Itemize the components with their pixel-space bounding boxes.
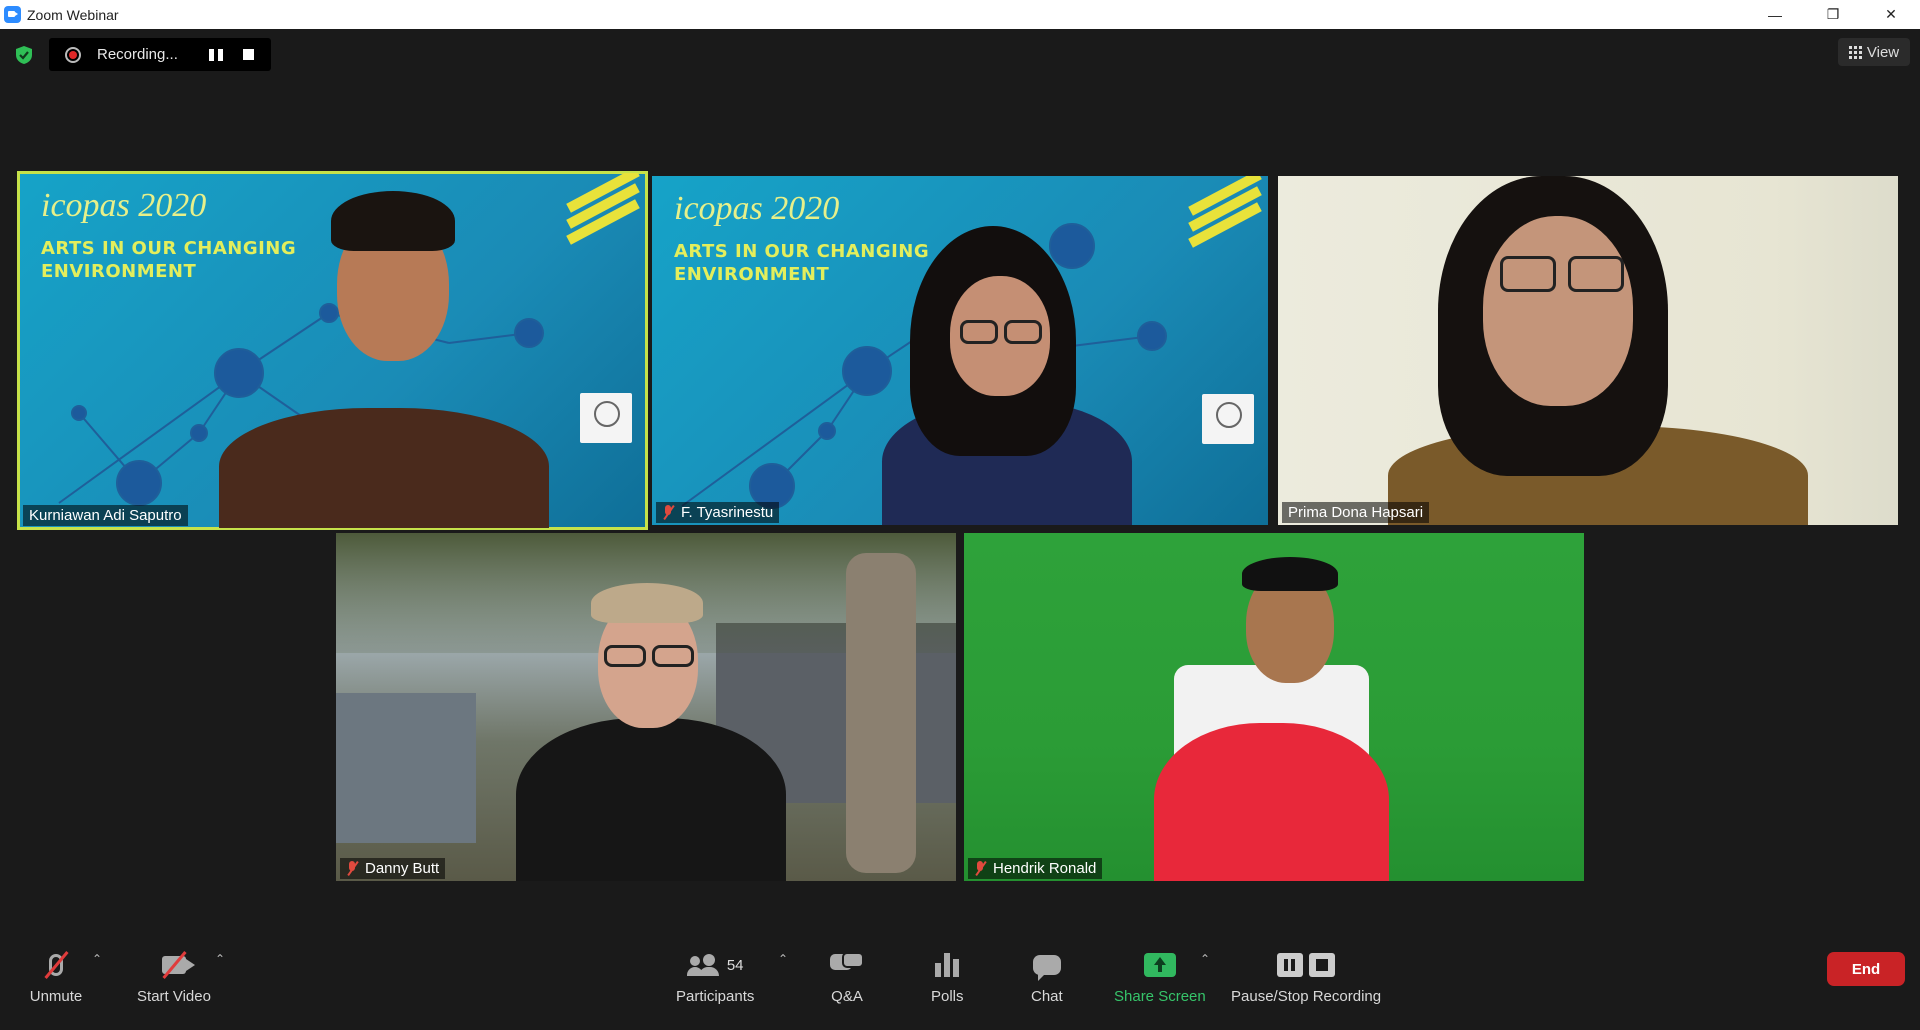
institution-seal — [1202, 394, 1254, 444]
banner-stripes — [1188, 176, 1264, 248]
video-tile-hendrik[interactable]: Hendrik Ronald — [964, 533, 1584, 881]
view-button[interactable]: View — [1838, 38, 1910, 66]
recording-label: Recording... — [97, 46, 178, 63]
pause-recording-icon[interactable] — [209, 48, 223, 61]
share-options-chevron-up-icon[interactable]: ⌃ — [1200, 952, 1210, 966]
participant-name-tag: Prima Dona Hapsari — [1282, 502, 1430, 523]
participant-name-tag: F. Tyasrinestu — [656, 502, 780, 523]
grid-icon — [1848, 45, 1862, 59]
share-screen-button[interactable]: Share Screen — [1114, 948, 1206, 1005]
stop-recording-icon[interactable] — [243, 49, 254, 60]
banner-stripes — [566, 173, 642, 245]
close-button[interactable]: ✕ — [1862, 0, 1920, 29]
chat-bubble-icon — [1032, 948, 1061, 982]
muted-mic-icon — [974, 861, 987, 876]
encryption-shield-icon[interactable] — [14, 45, 34, 65]
end-meeting-button[interactable]: End — [1827, 952, 1905, 986]
tree-trunk — [846, 553, 916, 873]
video-options-chevron-up-icon[interactable]: ⌃ — [215, 952, 225, 966]
restore-button[interactable]: ❐ — [1804, 0, 1862, 29]
participant-name-tag: Kurniawan Adi Saputro — [23, 505, 188, 526]
audio-options-chevron-up-icon[interactable]: ⌃ — [92, 952, 102, 966]
recording-dot-icon — [65, 46, 81, 63]
video-off-icon — [134, 948, 214, 982]
window-controls: — ❐ ✕ — [1746, 0, 1920, 29]
recording-indicator: Recording... — [49, 38, 271, 71]
view-label: View — [1866, 43, 1900, 61]
video-tile-prima[interactable]: Prima Dona Hapsari — [1278, 176, 1898, 525]
meeting-toolbar: Unmute ⌃ Start Video ⌃ 54 Participants ⌃ — [0, 940, 1920, 1030]
participant-name-tag: Danny Butt — [340, 858, 446, 879]
polls-button[interactable]: Polls — [931, 948, 964, 1005]
muted-mic-icon — [662, 505, 675, 520]
banner-title: ARTS IN OUR CHANGING ENVIRONMENT — [41, 238, 297, 282]
unmute-button[interactable]: Unmute — [26, 948, 86, 1005]
polls-bar-chart-icon — [935, 948, 960, 982]
qa-bubbles-icon — [830, 948, 864, 982]
video-tile-tyasrinestu[interactable]: icopas 2020 ARTS IN OUR CHANGING ENVIRONM… — [652, 176, 1268, 525]
pause-stop-icons — [1274, 948, 1338, 982]
institution-seal — [580, 393, 632, 443]
chat-button[interactable]: Chat — [1031, 948, 1063, 1005]
start-video-button[interactable]: Start Video — [134, 948, 214, 1005]
video-tile-danny[interactable]: Danny Butt — [336, 533, 956, 881]
pause-icon — [1277, 953, 1304, 977]
participants-options-chevron-up-icon[interactable]: ⌃ — [778, 952, 788, 966]
participants-button[interactable]: 54 Participants — [676, 948, 754, 1005]
muted-mic-icon — [346, 861, 359, 876]
window-title: Zoom Webinar — [27, 6, 119, 23]
participant-name-tag: Hendrik Ronald — [968, 858, 1103, 879]
window-title-bar: Zoom Webinar — ❐ ✕ — [0, 0, 1920, 29]
banner-title: ARTS IN OUR CHANGING ENVIRONMENT — [674, 241, 930, 285]
stop-icon — [1309, 953, 1336, 977]
banner-logo: icopas 2020 — [674, 190, 840, 227]
participants-count: 54 — [726, 956, 744, 974]
share-screen-arrow-icon — [1143, 948, 1176, 982]
zoom-app-icon — [4, 6, 21, 23]
minimize-button[interactable]: — — [1746, 0, 1804, 29]
banner-logo: icopas 2020 — [41, 187, 207, 224]
muted-mic-icon — [26, 948, 86, 982]
pause-stop-recording-button[interactable]: Pause/Stop Recording — [1231, 948, 1381, 1005]
video-tile-kurniawan[interactable]: icopas 2020 ARTS IN OUR CHANGING ENVIRONM… — [17, 171, 648, 530]
background-building — [336, 693, 476, 843]
participants-icon: 54 — [686, 948, 744, 982]
qa-button[interactable]: Q&A — [830, 948, 864, 1005]
